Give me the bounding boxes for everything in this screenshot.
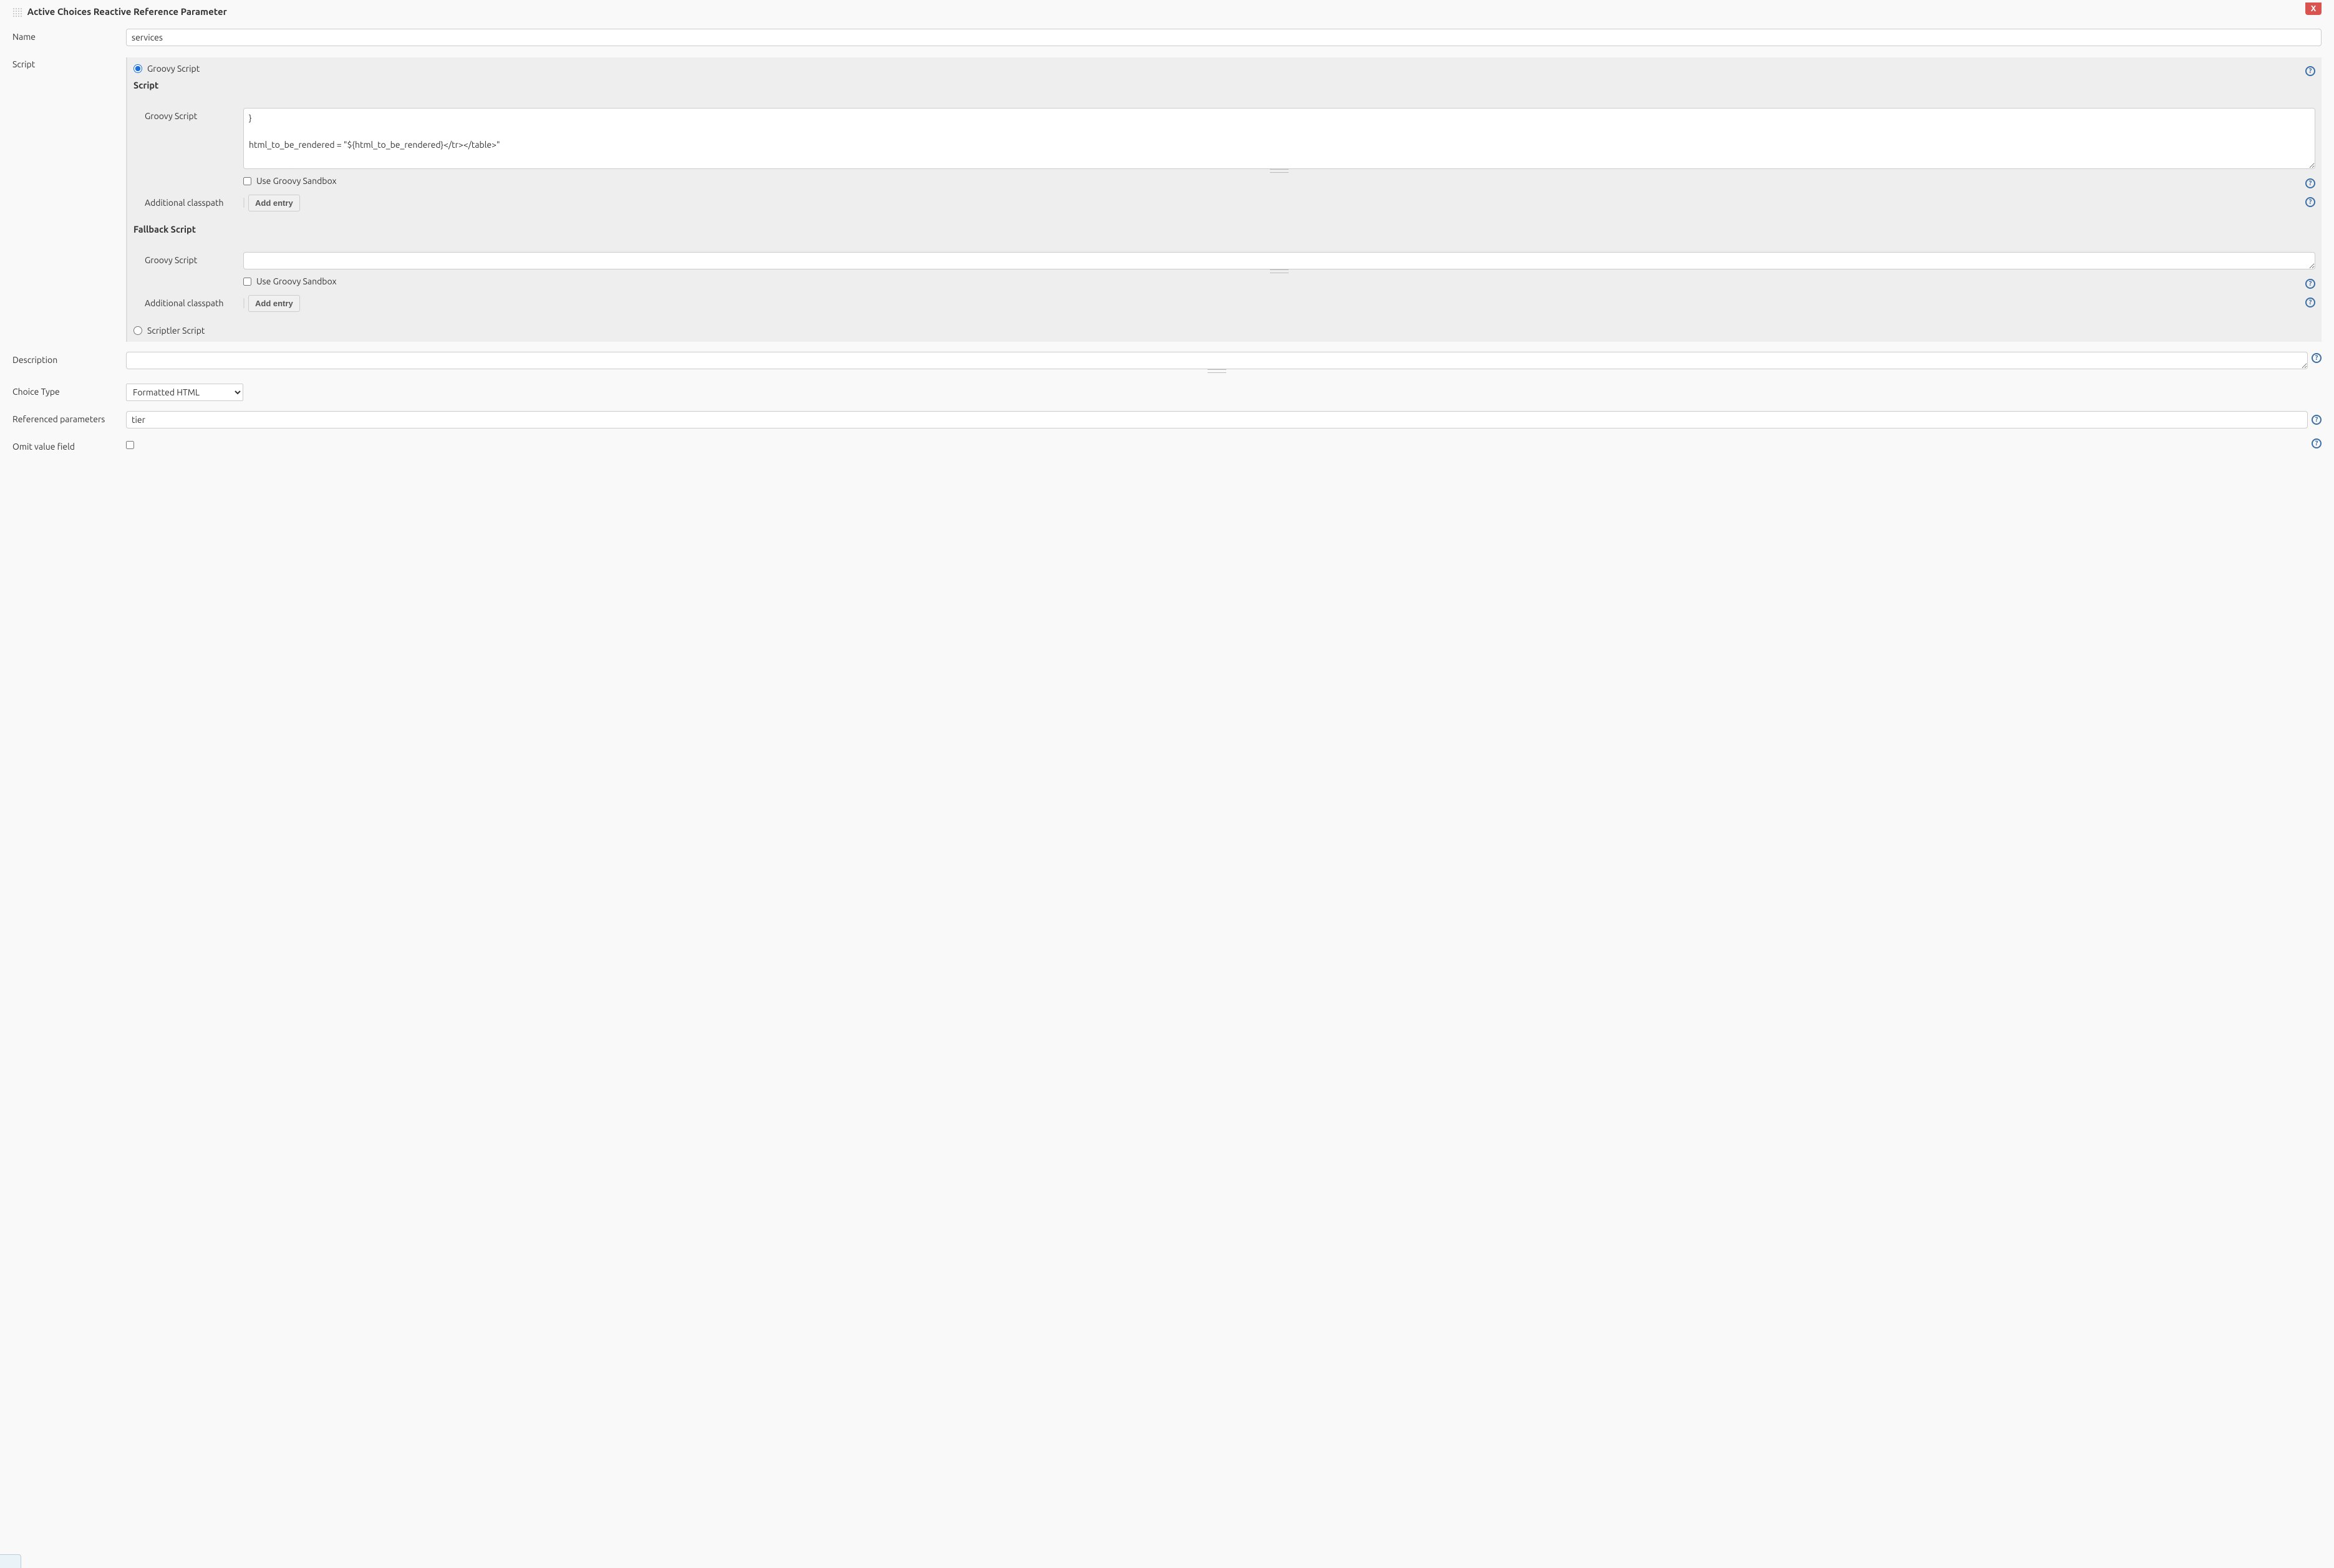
label-referenced-parameters: Referenced parameters — [12, 411, 126, 424]
label-script: Script — [12, 56, 126, 69]
script-box: Groovy Script ? Script Groovy Script — [126, 57, 2322, 342]
row-omit-value-field: Omit value field ? — [12, 438, 2322, 452]
fallback-use-sandbox-label: Use Groovy Sandbox — [256, 276, 337, 286]
bottom-tab-stub[interactable] — [0, 1554, 21, 1568]
label-additional-classpath: Additional classpath — [145, 195, 243, 208]
choice-type-select[interactable]: Formatted HTML — [126, 384, 243, 401]
label-fallback-additional-classpath: Additional classpath — [145, 295, 243, 308]
label-fallback-groovy-script: Groovy Script — [145, 252, 243, 265]
groovy-script-textarea[interactable] — [243, 108, 2315, 169]
radio-scriptler-input[interactable] — [133, 326, 142, 335]
label-description: Description — [12, 352, 126, 365]
drag-handle-icon[interactable] — [12, 7, 22, 17]
row-script: Script Groovy Script ? Script Groovy Scr… — [12, 56, 2322, 342]
row-use-sandbox: Use Groovy Sandbox ? — [243, 176, 2315, 186]
label-name: Name — [12, 29, 126, 42]
script-subsection-title: Script — [133, 80, 2315, 90]
parameter-panel: X Active Choices Reactive Reference Para… — [12, 6, 2322, 452]
label-omit-value-field: Omit value field — [12, 438, 126, 452]
radio-scriptler-script[interactable]: Scriptler Script — [133, 326, 2315, 336]
help-icon[interactable]: ? — [2305, 279, 2315, 289]
help-icon[interactable]: ? — [2305, 298, 2315, 307]
row-additional-classpath: Additional classpath Add entry ? — [145, 195, 2315, 211]
use-sandbox-label: Use Groovy Sandbox — [256, 176, 337, 186]
referenced-parameters-input[interactable] — [126, 411, 2308, 428]
close-button[interactable]: X — [2305, 2, 2322, 15]
name-input[interactable] — [126, 29, 2322, 46]
row-fallback-use-sandbox: Use Groovy Sandbox ? — [243, 276, 2315, 286]
help-icon[interactable]: ? — [2312, 415, 2322, 425]
fallback-add-entry-button[interactable]: Add entry — [248, 295, 300, 312]
radio-groovy-label: Groovy Script — [147, 64, 200, 74]
row-description: Description ? — [12, 352, 2322, 371]
help-icon[interactable]: ? — [2312, 353, 2322, 363]
row-choice-type: Choice Type Formatted HTML — [12, 384, 2322, 401]
help-icon[interactable]: ? — [2305, 197, 2315, 207]
description-textarea[interactable] — [126, 352, 2308, 369]
use-sandbox-checkbox[interactable] — [243, 177, 251, 185]
row-name: Name — [12, 29, 2322, 46]
radio-groovy-script[interactable]: Groovy Script ? — [133, 64, 2315, 74]
row-groovy-script: Groovy Script Use Groovy Sandbox ? — [145, 108, 2315, 186]
panel-title: Active Choices Reactive Reference Parame… — [12, 6, 2322, 17]
help-icon[interactable]: ? — [2305, 66, 2315, 76]
panel-title-text: Active Choices Reactive Reference Parame… — [27, 6, 227, 17]
row-fallback-groovy-script: Groovy Script Use Groovy Sandbox ? — [145, 252, 2315, 286]
add-entry-button[interactable]: Add entry — [248, 195, 300, 211]
radio-groovy-input[interactable] — [133, 64, 142, 73]
fallback-groovy-script-textarea[interactable] — [243, 252, 2315, 269]
row-referenced-parameters: Referenced parameters ? — [12, 411, 2322, 428]
close-icon: X — [2311, 4, 2317, 13]
omit-value-checkbox[interactable] — [126, 441, 134, 449]
help-icon[interactable]: ? — [2305, 178, 2315, 188]
help-icon[interactable]: ? — [2312, 438, 2322, 448]
label-choice-type: Choice Type — [12, 384, 126, 397]
fallback-use-sandbox-checkbox[interactable] — [243, 278, 251, 286]
row-fallback-additional-classpath: Additional classpath Add entry ? — [145, 295, 2315, 312]
radio-scriptler-label: Scriptler Script — [147, 326, 205, 336]
fallback-subsection-title: Fallback Script — [133, 224, 2315, 235]
label-groovy-script: Groovy Script — [145, 108, 243, 121]
